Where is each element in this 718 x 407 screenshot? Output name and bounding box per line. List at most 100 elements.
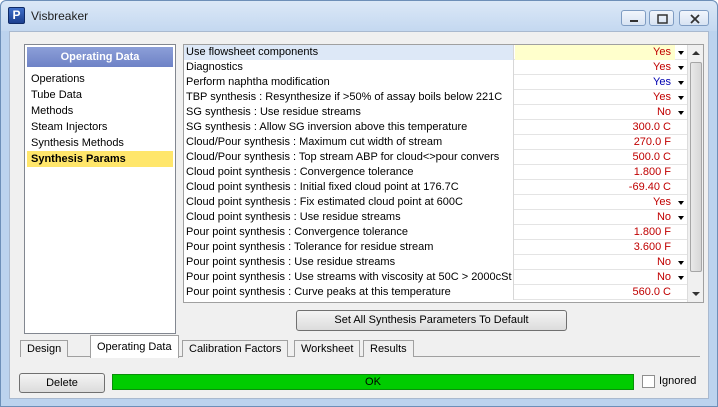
param-row[interactable]: Pour point synthesis : Curve peaks at th…	[184, 285, 687, 300]
scrollbar-thumb[interactable]	[690, 62, 702, 272]
param-row[interactable]: Cloud/Pour synthesis : Top stream ABP fo…	[184, 150, 687, 165]
param-label: Cloud point synthesis : Convergence tole…	[184, 165, 514, 180]
dropdown-arrow-icon[interactable]	[675, 270, 687, 285]
tab-strip: Design Operating Data Calibration Factor…	[20, 335, 700, 358]
param-row[interactable]: Cloud point synthesis : Initial fixed cl…	[184, 180, 687, 195]
param-row[interactable]: Pour point synthesis : Convergence toler…	[184, 225, 687, 240]
dropdown-arrow-icon[interactable]	[675, 60, 687, 75]
dropdown-arrow-icon[interactable]	[675, 105, 687, 120]
page-item-methods[interactable]: Methods	[27, 103, 173, 119]
param-label: Cloud/Pour synthesis : Maximum cut width…	[184, 135, 514, 150]
param-label: SG synthesis : Allow SG inversion above …	[184, 120, 514, 135]
dropdown-arrow-icon[interactable]	[675, 45, 687, 60]
tab-results[interactable]: Results	[363, 340, 414, 357]
param-value[interactable]: 1.800 F	[515, 165, 675, 180]
param-row[interactable]: Cloud/Pour synthesis : Maximum cut width…	[184, 135, 687, 150]
tab-calibration-factors[interactable]: Calibration Factors	[182, 340, 289, 357]
scroll-up-arrow[interactable]	[688, 45, 703, 61]
param-label: Pour point synthesis : Use streams with …	[184, 270, 514, 285]
title-bar[interactable]: P Visbreaker	[1, 1, 717, 31]
param-label: Pour point synthesis : Curve peaks at th…	[184, 285, 514, 300]
close-icon	[690, 14, 700, 24]
minimize-icon	[630, 20, 638, 22]
param-value[interactable]: No	[515, 255, 675, 270]
page-item-operations[interactable]: Operations	[27, 71, 173, 87]
synthesis-params-grid: Use flowsheet components Yes Diagnostics Ye…	[183, 44, 704, 303]
grid-rows: Use flowsheet components Yes Diagnostics Ye…	[184, 45, 687, 300]
param-value[interactable]: No	[515, 270, 675, 285]
param-label: Cloud point synthesis : Initial fixed cl…	[184, 180, 514, 195]
param-value[interactable]: Yes	[515, 60, 675, 75]
dropdown-arrow-icon[interactable]	[675, 195, 687, 210]
maximize-button[interactable]	[649, 10, 674, 26]
param-row[interactable]: TBP synthesis : Resynthesize if >50% of …	[184, 90, 687, 105]
param-value[interactable]: Yes	[515, 75, 675, 90]
tab-design[interactable]: Design	[20, 340, 69, 357]
param-value[interactable]: 560.0 C	[515, 285, 675, 300]
param-value[interactable]: 300.0 C	[515, 120, 675, 135]
chevron-down-icon	[692, 292, 700, 296]
tab-worksheet[interactable]: Worksheet	[294, 340, 361, 357]
param-label: Pour point synthesis : Convergence toler…	[184, 225, 514, 240]
dropdown-arrow-icon[interactable]	[675, 210, 687, 225]
param-row[interactable]: Cloud point synthesis : Convergence tole…	[184, 165, 687, 180]
ignored-checkbox[interactable]	[642, 375, 655, 388]
visbreaker-window: P Visbreaker Operating Data Operations T…	[0, 0, 718, 407]
param-label: Use flowsheet components	[184, 45, 514, 60]
param-row[interactable]: Pour point synthesis : Tolerance for res…	[184, 240, 687, 255]
page-list-header: Operating Data	[27, 47, 173, 67]
dropdown-arrow-icon[interactable]	[675, 90, 687, 105]
app-icon: P	[8, 7, 25, 24]
param-value[interactable]: No	[515, 105, 675, 120]
param-row[interactable]: SG synthesis : Allow SG inversion above …	[184, 120, 687, 135]
tab-operating-data[interactable]: Operating Data	[90, 335, 179, 358]
page-item-steam-injectors[interactable]: Steam Injectors	[27, 119, 173, 135]
param-label: Pour point synthesis : Tolerance for res…	[184, 240, 514, 255]
param-value[interactable]: 500.0 C	[515, 150, 675, 165]
maximize-icon	[657, 14, 668, 24]
param-value[interactable]: Yes	[515, 45, 675, 60]
set-all-defaults-button[interactable]: Set All Synthesis Parameters To Default	[296, 310, 567, 331]
delete-button[interactable]: Delete	[19, 373, 105, 393]
param-value[interactable]: 3.600 F	[515, 240, 675, 255]
param-label: Pour point synthesis : Use residue strea…	[184, 255, 514, 270]
page-item-tube-data[interactable]: Tube Data	[27, 87, 173, 103]
param-row[interactable]: Use flowsheet components Yes	[184, 45, 687, 60]
window-title: Visbreaker	[31, 9, 89, 23]
param-label: Cloud point synthesis : Use residue stre…	[184, 210, 514, 225]
param-label: Cloud/Pour synthesis : Top stream ABP fo…	[184, 150, 514, 165]
chevron-up-icon	[692, 51, 700, 55]
grid-vertical-scrollbar[interactable]	[687, 45, 703, 302]
dropdown-arrow-icon[interactable]	[675, 255, 687, 270]
param-row[interactable]: Pour point synthesis : Use streams with …	[184, 270, 687, 285]
param-label: TBP synthesis : Resynthesize if >50% of …	[184, 90, 514, 105]
page-item-synthesis-params[interactable]: Synthesis Params	[27, 151, 173, 167]
param-label: Diagnostics	[184, 60, 514, 75]
param-value[interactable]: 270.0 F	[515, 135, 675, 150]
param-value[interactable]: No	[515, 210, 675, 225]
param-label: Perform naphtha modification	[184, 75, 514, 90]
param-value[interactable]: -69.40 C	[515, 180, 675, 195]
param-row[interactable]: SG synthesis : Use residue streams No	[184, 105, 687, 120]
client-area: Operating Data Operations Tube Data Meth…	[9, 31, 709, 399]
minimize-button[interactable]	[621, 10, 646, 26]
param-row[interactable]: Cloud point synthesis : Use residue stre…	[184, 210, 687, 225]
page-list: Operating Data Operations Tube Data Meth…	[24, 44, 176, 334]
operating-data-panel: Operating Data Operations Tube Data Meth…	[17, 39, 704, 334]
param-value[interactable]: Yes	[515, 90, 675, 105]
dropdown-arrow-icon[interactable]	[675, 75, 687, 90]
footer-bar: Delete OK Ignored	[10, 362, 710, 399]
param-row[interactable]: Cloud point synthesis : Fix estimated cl…	[184, 195, 687, 210]
scroll-down-arrow[interactable]	[688, 286, 703, 302]
page-item-synthesis-methods[interactable]: Synthesis Methods	[27, 135, 173, 151]
param-label: SG synthesis : Use residue streams	[184, 105, 514, 120]
close-button[interactable]	[679, 10, 709, 26]
param-row[interactable]: Diagnostics Yes	[184, 60, 687, 75]
param-label: Cloud point synthesis : Fix estimated cl…	[184, 195, 514, 210]
status-bar: OK	[112, 374, 634, 390]
param-row[interactable]: Perform naphtha modification Yes	[184, 75, 687, 90]
ignored-label[interactable]: Ignored	[659, 375, 696, 387]
param-value[interactable]: 1.800 F	[515, 225, 675, 240]
param-row[interactable]: Pour point synthesis : Use residue strea…	[184, 255, 687, 270]
param-value[interactable]: Yes	[515, 195, 675, 210]
